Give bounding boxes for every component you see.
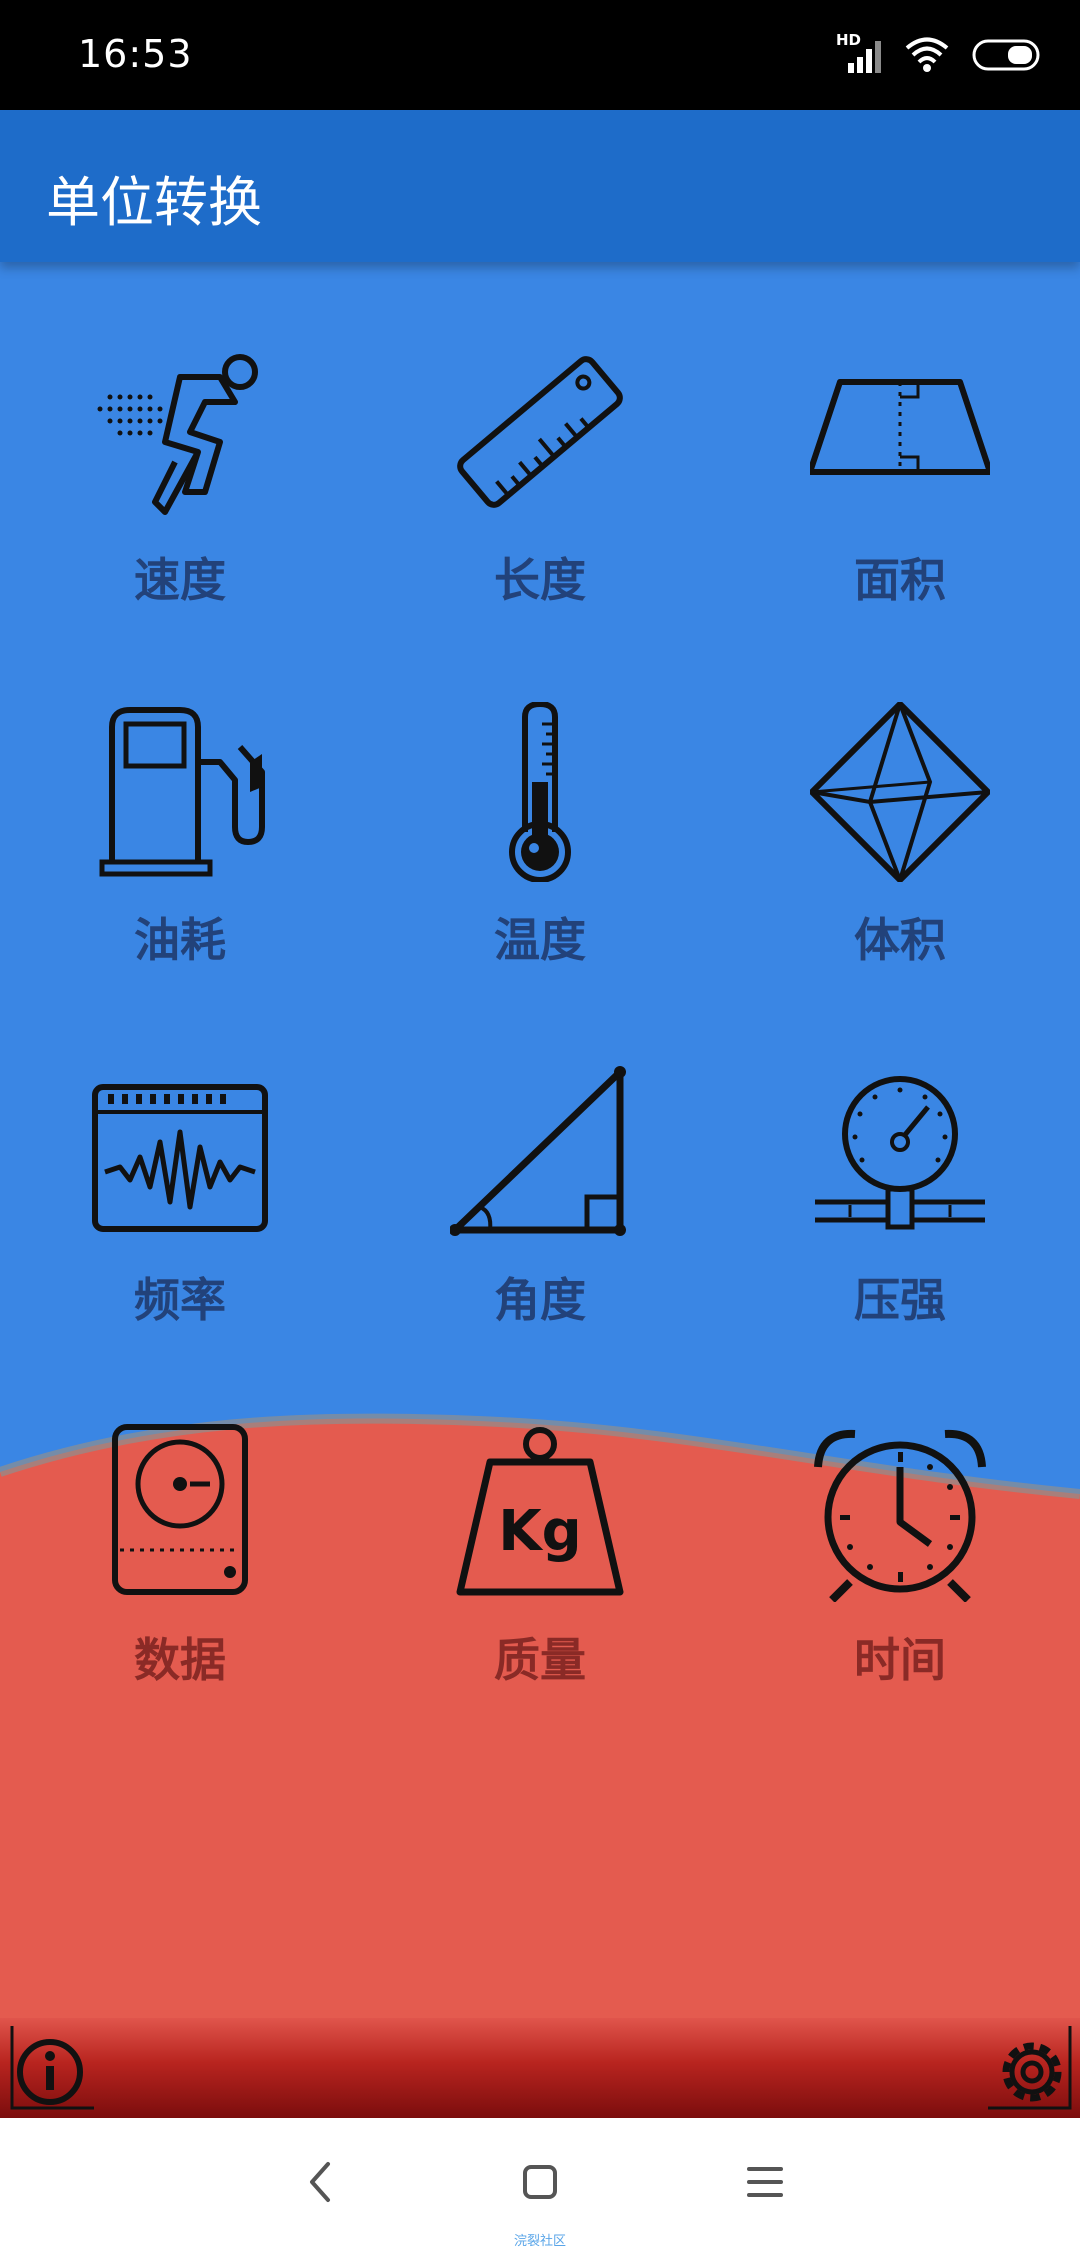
grid-item-speed[interactable]: 速度 bbox=[0, 262, 360, 607]
hd-signal-icon: HD bbox=[836, 31, 882, 75]
system-nav-bar: 浣裂社区 bbox=[0, 2118, 1080, 2249]
octahedron-icon bbox=[810, 702, 990, 882]
app-bar: 单位转换 bbox=[0, 110, 1080, 262]
app-title: 单位转换 bbox=[46, 171, 262, 234]
ruler-icon bbox=[457, 356, 623, 508]
content-area: 速度 长度 面积 油耗 温度 体积 频率 角度 压强 数据 Kg 质量 时间 bbox=[0, 262, 1080, 2018]
unit-grid: 速度 长度 面积 油耗 温度 体积 频率 角度 压强 数据 Kg 质量 时间 bbox=[0, 262, 1080, 2018]
grid-item-label: 数据 bbox=[134, 1633, 226, 1687]
status-bar: 16:53 HD bbox=[0, 0, 1080, 110]
grid-item-area[interactable]: 面积 bbox=[720, 262, 1080, 607]
grid-item-length[interactable]: 长度 bbox=[360, 262, 720, 607]
thermometer-icon bbox=[509, 702, 571, 882]
grid-item-frequency[interactable]: 频率 bbox=[0, 982, 360, 1327]
grid-item-label: 面积 bbox=[854, 553, 946, 607]
grid-item-volume[interactable]: 体积 bbox=[720, 622, 1080, 967]
grid-item-angle[interactable]: 角度 bbox=[360, 982, 720, 1327]
grid-item-label: 压强 bbox=[854, 1273, 946, 1327]
grid-item-mass[interactable]: Kg 质量 bbox=[360, 1342, 720, 1687]
home-icon[interactable] bbox=[510, 2152, 570, 2212]
grid-item-pressure[interactable]: 压强 bbox=[720, 982, 1080, 1327]
alarm-clock-icon bbox=[814, 1429, 986, 1602]
kg-weight-icon: Kg bbox=[456, 1427, 624, 1596]
grid-item-label: 频率 bbox=[134, 1273, 226, 1327]
grid-item-label: 速度 bbox=[134, 553, 226, 607]
pressure-gauge-icon bbox=[815, 1076, 985, 1230]
grid-item-label: 质量 bbox=[494, 1633, 586, 1687]
menu-icon[interactable] bbox=[735, 2152, 795, 2212]
weight-label: Kg bbox=[498, 1499, 581, 1564]
grid-item-temperature[interactable]: 温度 bbox=[360, 622, 720, 967]
hard-drive-icon bbox=[112, 1424, 248, 1595]
right-triangle-icon bbox=[450, 1066, 626, 1236]
battery-icon bbox=[972, 38, 1040, 72]
grid-item-time[interactable]: 时间 bbox=[720, 1342, 1080, 1687]
back-icon[interactable] bbox=[290, 2152, 350, 2212]
grid-item-label: 体积 bbox=[854, 913, 946, 967]
status-icons: HD bbox=[836, 30, 1040, 80]
wifi-icon bbox=[904, 35, 950, 75]
grid-item-fuel[interactable]: 油耗 bbox=[0, 622, 360, 967]
grid-item-label: 长度 bbox=[494, 553, 586, 607]
trapezoid-area-icon bbox=[810, 379, 990, 475]
fuel-pump-icon bbox=[99, 707, 265, 877]
gear-icon[interactable] bbox=[986, 2024, 1072, 2110]
grid-item-label: 温度 bbox=[494, 913, 586, 967]
runner-icon bbox=[97, 354, 258, 515]
waveform-icon bbox=[92, 1084, 268, 1232]
grid-item-label: 角度 bbox=[494, 1273, 586, 1327]
grid-item-label: 时间 bbox=[854, 1633, 946, 1687]
watermark: 浣裂社区 bbox=[513, 2234, 566, 2249]
bottom-bar bbox=[0, 2018, 1080, 2118]
status-time: 16:53 bbox=[78, 32, 193, 76]
grid-item-data[interactable]: 数据 bbox=[0, 1342, 360, 1687]
grid-item-label: 油耗 bbox=[134, 913, 226, 967]
info-icon[interactable] bbox=[10, 2024, 96, 2110]
